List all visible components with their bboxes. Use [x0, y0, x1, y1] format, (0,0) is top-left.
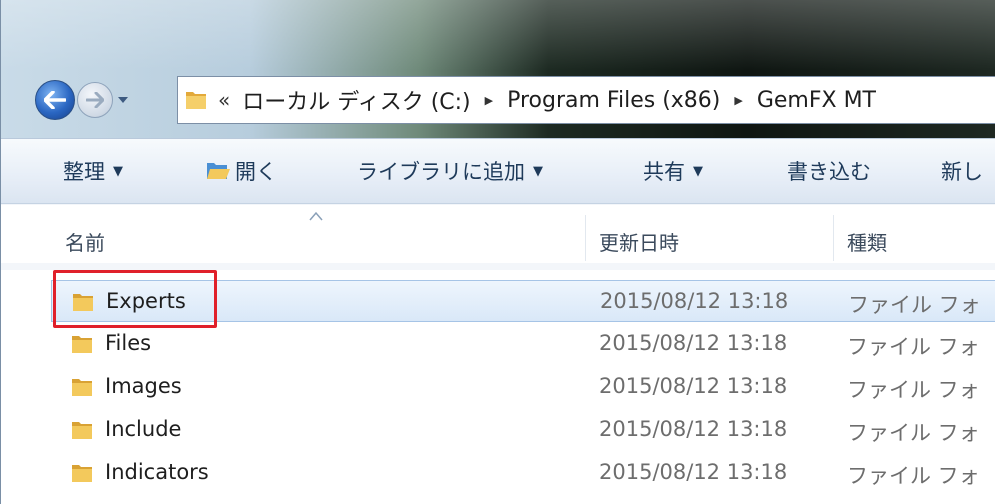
- add-to-library-label: ライブラリに追加: [357, 160, 525, 184]
- file-date-modified: 2015/08/12 13:18: [600, 289, 789, 313]
- column-divider[interactable]: [585, 215, 586, 261]
- column-header-type[interactable]: 種類: [847, 227, 887, 256]
- breadcrumb-overflow-chevron[interactable]: «: [218, 88, 230, 112]
- organize-label: 整理: [63, 160, 105, 184]
- sort-ascending-icon: [309, 211, 323, 221]
- file-row-include[interactable]: Include 2015/08/12 13:18 ファイル フォ: [51, 409, 995, 451]
- chevron-down-icon: ▼: [533, 163, 543, 179]
- share-button[interactable]: 共有 ▼: [643, 156, 703, 186]
- share-label: 共有: [643, 160, 685, 184]
- breadcrumb-program-files[interactable]: Program Files (x86): [507, 88, 720, 113]
- file-name: Images: [105, 374, 182, 398]
- file-type: ファイル フォ: [847, 464, 980, 488]
- file-type: ファイル フォ: [847, 378, 980, 402]
- chevron-down-icon: ▼: [113, 163, 123, 179]
- explorer-window: « ローカル ディスク (C:) ▶ Program Files (x86) ▶…: [0, 0, 995, 504]
- file-date-modified: 2015/08/12 13:18: [599, 460, 788, 484]
- open-label: 開く: [235, 160, 277, 184]
- open-folder-icon: [207, 163, 230, 179]
- annotation-highlight-box: [53, 270, 217, 328]
- file-name: Indicators: [105, 460, 209, 484]
- file-date-modified: 2015/08/12 13:18: [599, 417, 788, 441]
- column-header-date-modified[interactable]: 更新日時: [599, 227, 679, 256]
- breadcrumb-gemfx[interactable]: GemFX MT: [757, 88, 876, 113]
- folder-icon: [72, 422, 92, 439]
- burn-button[interactable]: 書き込む: [787, 156, 871, 186]
- command-bar: 整理 ▼ 開く ライブラリに追加 ▼ 共有 ▼ 書き込む 新し: [1, 138, 995, 204]
- file-type: ファイル フォ: [847, 421, 980, 445]
- breadcrumb-separator-icon[interactable]: ▶: [485, 94, 493, 107]
- folder-icon: [72, 379, 92, 396]
- file-row-images[interactable]: Images 2015/08/12 13:18 ファイル フォ: [51, 366, 995, 408]
- file-type: ファイル フォ: [848, 293, 981, 317]
- folder-icon: [72, 336, 92, 353]
- arrow-left-icon: [44, 91, 66, 109]
- breadcrumb-local-disk[interactable]: ローカル ディスク (C:): [242, 84, 470, 116]
- column-header-row: 名前 更新日時 種類: [1, 205, 995, 263]
- new-folder-button[interactable]: 新し: [941, 156, 983, 186]
- open-button[interactable]: 開く: [205, 156, 277, 186]
- forward-button[interactable]: [77, 82, 113, 118]
- column-divider[interactable]: [833, 215, 834, 261]
- add-to-library-button[interactable]: ライブラリに追加 ▼: [357, 156, 543, 186]
- file-date-modified: 2015/08/12 13:18: [599, 331, 788, 355]
- address-bar[interactable]: « ローカル ディスク (C:) ▶ Program Files (x86) ▶…: [177, 76, 995, 124]
- burn-label: 書き込む: [787, 160, 871, 184]
- new-folder-label: 新し: [941, 160, 983, 184]
- back-button[interactable]: [35, 80, 75, 120]
- file-row-indicators[interactable]: Indicators 2015/08/12 13:18 ファイル フォ: [51, 452, 995, 494]
- organize-button[interactable]: 整理 ▼: [63, 156, 123, 186]
- arrow-right-icon: [86, 92, 104, 108]
- file-type: ファイル フォ: [847, 335, 980, 359]
- file-name: Include: [105, 417, 182, 441]
- chevron-down-icon: ▼: [693, 163, 703, 179]
- file-date-modified: 2015/08/12 13:18: [599, 374, 788, 398]
- recent-pages-dropdown[interactable]: [115, 92, 131, 108]
- column-header-name[interactable]: 名前: [65, 227, 105, 256]
- file-row-files[interactable]: Files 2015/08/12 13:18 ファイル フォ: [51, 323, 995, 365]
- folder-icon: [186, 92, 206, 109]
- chevron-down-icon: [118, 97, 128, 103]
- folder-icon: [72, 465, 92, 482]
- navigation-buttons: [35, 78, 131, 122]
- file-name: Files: [105, 331, 152, 355]
- breadcrumb-separator-icon[interactable]: ▶: [734, 94, 742, 107]
